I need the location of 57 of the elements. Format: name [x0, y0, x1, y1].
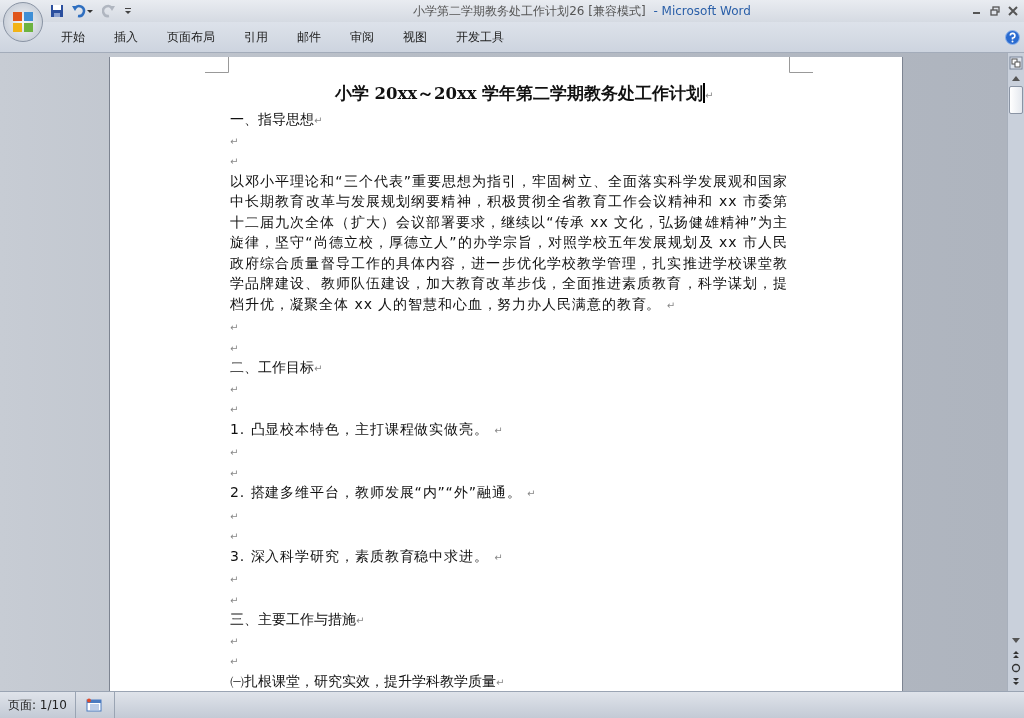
document-title: 小学 20xx～20xx 学年第二学期教务处工作计划	[334, 84, 704, 103]
paragraph-mark: ↵	[230, 574, 239, 585]
paragraph-mark: ↵	[230, 383, 239, 395]
section-heading: 二、工作目标	[230, 359, 314, 375]
previous-page-icon[interactable]	[1011, 649, 1021, 659]
paragraph-mark: ↵	[496, 676, 505, 688]
paragraph-mark: ↵	[356, 615, 365, 626]
close-icon[interactable]	[1008, 6, 1018, 16]
office-button[interactable]	[3, 2, 43, 42]
page-count[interactable]: 页面: 1/10	[0, 692, 76, 718]
browse-object-icon[interactable]	[1011, 663, 1021, 673]
section-heading: 一、指导思想	[230, 111, 314, 127]
paragraph-mark: ↵	[230, 656, 239, 667]
logo-icon	[10, 9, 36, 35]
ribbon-tab[interactable]: 页面布局	[156, 25, 226, 49]
scroll-up-icon[interactable]	[1011, 74, 1021, 82]
ribbon-tab[interactable]: 开发工具	[445, 25, 515, 49]
paragraph-mark: ↵	[230, 322, 239, 333]
ribbon-tab[interactable]: 插入	[103, 25, 149, 49]
body-paragraph: 3. 深入科学研究，素质教育稳中求进。 ↵	[230, 546, 504, 566]
window-title: 小学第二学期教务处工作计划26 [兼容模式]	[413, 3, 646, 18]
paragraph-mark: ↵	[230, 447, 239, 458]
help-icon[interactable]	[1005, 29, 1020, 45]
body-paragraph: 2. 搭建多维平台，教师发展“内”“外”融通。 ↵	[230, 483, 537, 502]
crop-mark	[789, 57, 813, 73]
paragraph-mark: ↵	[314, 115, 323, 126]
app-name: - Microsoft Word	[653, 3, 751, 18]
body-paragraph: 以邓小平理论和“三个代表”重要思想为指引，牢固树立、全面落实科学发展观和国家中长期教育改革与发展规划纲要精神，积极贯彻全省教育工作会议精神和 xx 市委第十二届九次全体（扩大）会议部署要求，继续以“传承 xx 文化，弘扬健雄精神”为主旋律，坚守“尚德立校，厚德立人”的办学宗旨，对照学校五年发展规划及 xx 市人民政府综合质量督导工作的具体内容，进一步优化学校教学管理，扎实推进学校课堂教学品牌建设、教师队伍建设，加大教育改革步伐，全面推进素质教育，科学谋划，提档升优，凝聚全体 xx 人的智慧和心血，努力办人民满意的教育。 ↵	[230, 171, 788, 314]
paragraph-mark: ↵	[230, 635, 239, 647]
ribbon-tab[interactable]: 引用	[233, 25, 279, 49]
paragraph-mark: ↵	[704, 90, 714, 101]
ribbon-tab[interactable]: 邮件	[286, 25, 332, 49]
ribbon-tab[interactable]: 开始	[50, 25, 96, 49]
ribbon-tab[interactable]: 视图	[392, 25, 438, 49]
restore-icon[interactable]	[990, 6, 1000, 16]
ribbon-tab[interactable]: 审阅	[339, 25, 385, 49]
paragraph-mark: ↵	[230, 531, 239, 542]
split-icon[interactable]	[1009, 56, 1023, 70]
section-heading: ㈠扎根课堂，研究实效，提升学科教学质量	[230, 672, 496, 689]
paragraph-mark: ↵	[230, 156, 239, 167]
next-page-icon[interactable]	[1011, 677, 1021, 687]
section-heading: 三、主要工作与措施	[230, 611, 356, 627]
crop-mark	[205, 57, 229, 73]
paragraph-mark: ↵	[230, 404, 239, 415]
save-icon[interactable]	[50, 4, 64, 18]
paragraph-mark: ↵	[230, 510, 239, 522]
undo-icon[interactable]	[72, 4, 94, 18]
body-paragraph: 1. 凸显校本特色，主打课程做实做亮。 ↵	[230, 419, 504, 439]
layout-icon[interactable]	[85, 698, 102, 712]
paragraph-mark: ↵	[314, 363, 323, 374]
scroll-down-icon[interactable]	[1011, 637, 1021, 645]
paragraph-mark: ↵	[230, 594, 239, 606]
customize-caret-icon[interactable]	[124, 7, 132, 15]
paragraph-mark: ↵	[230, 342, 239, 354]
scroll-thumb[interactable]	[1009, 86, 1023, 114]
paragraph-mark: ↵	[230, 467, 239, 479]
paragraph-mark: ↵	[230, 135, 239, 147]
